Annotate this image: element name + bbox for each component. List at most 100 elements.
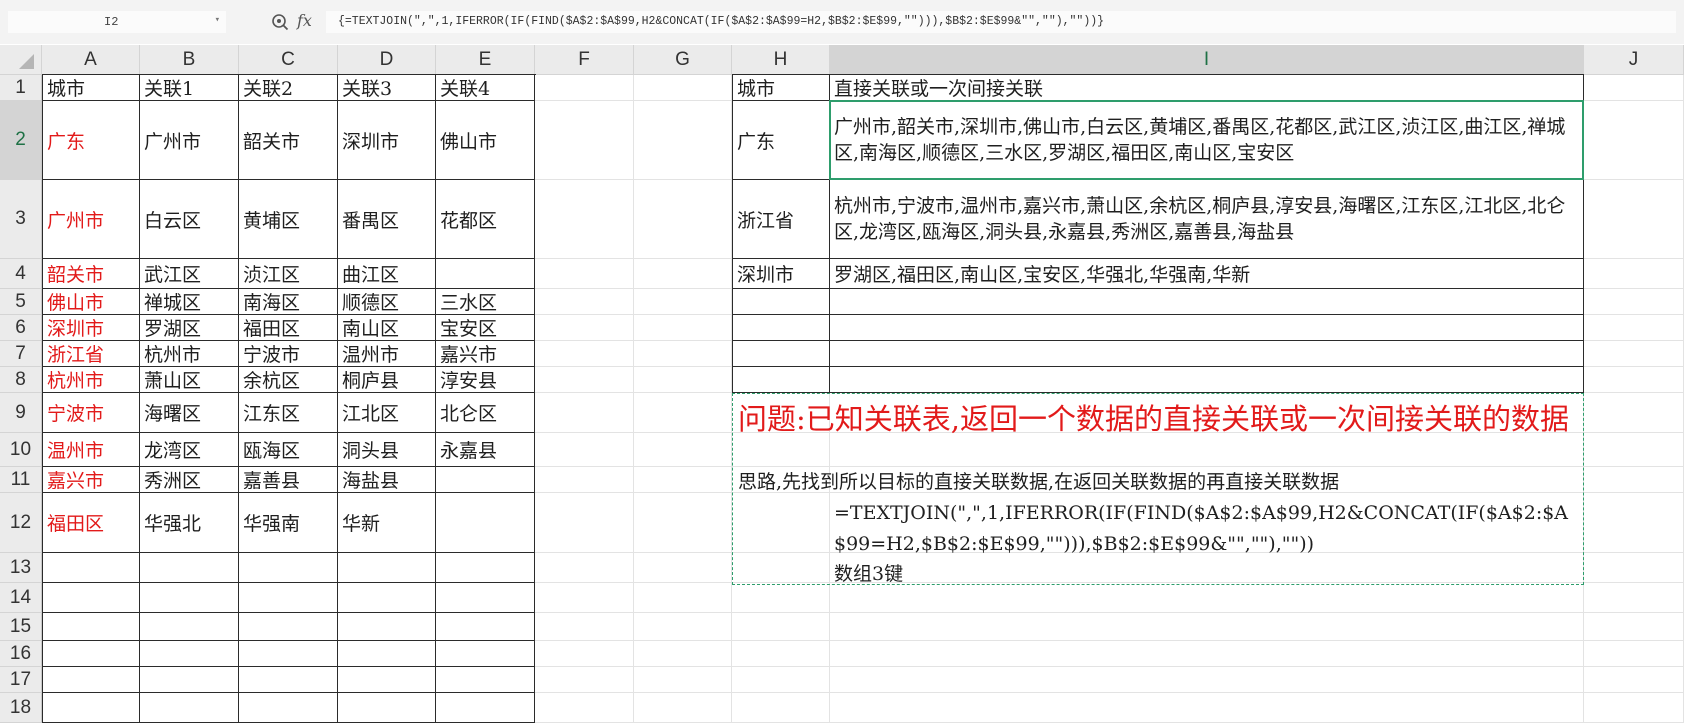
table-cell[interactable]: 龙湾区 [140,433,239,467]
table-cell[interactable] [239,641,338,667]
grid-cell[interactable] [535,493,634,553]
row-header-9[interactable]: 9 [0,393,42,433]
grid-cell[interactable] [732,583,830,613]
grid-cell[interactable] [1584,693,1684,723]
table-cell[interactable] [436,693,535,723]
grid-cell[interactable] [1584,641,1684,667]
result-cell[interactable] [830,341,1584,367]
column-header-e[interactable]: E [436,45,535,75]
table-cell[interactable]: 嘉兴市 [42,467,140,493]
row-header-6[interactable]: 6 [0,315,42,341]
table-cell[interactable]: 海盐县 [338,467,436,493]
grid-cell[interactable] [634,613,732,641]
grid-cell[interactable] [535,553,634,583]
table-cell[interactable]: 福田区 [239,315,338,341]
row-header-13[interactable]: 13 [0,553,42,583]
grid-cell[interactable] [535,341,634,367]
grid-cell[interactable] [732,641,830,667]
grid-cell[interactable] [830,667,1584,693]
table-cell[interactable]: 永嘉县 [436,433,535,467]
table-cell[interactable]: 顺德区 [338,289,436,315]
table-cell[interactable] [338,641,436,667]
table-cell[interactable]: 花都区 [436,180,535,259]
grid-cell[interactable] [732,667,830,693]
grid-cell[interactable] [634,493,732,553]
result-cell[interactable] [830,289,1584,315]
grid-cell[interactable] [535,693,634,723]
table-cell[interactable] [338,553,436,583]
table-cell[interactable] [436,259,535,289]
grid-cell[interactable] [634,467,732,493]
table-cell[interactable] [436,553,535,583]
column-header-c[interactable]: C [239,45,338,75]
result-cell[interactable] [830,315,1584,341]
select-all-corner[interactable] [0,45,42,75]
table-cell[interactable]: 江北区 [338,393,436,433]
result-cell[interactable] [830,367,1584,393]
table-cell[interactable] [338,613,436,641]
table-cell[interactable] [42,613,140,641]
table-cell[interactable]: 淳安县 [436,367,535,393]
result-cell[interactable] [732,289,830,315]
row-header-4[interactable]: 4 [0,259,42,289]
grid-cell[interactable] [634,433,732,467]
column-header-b[interactable]: B [140,45,239,75]
row-header-17[interactable]: 17 [0,667,42,693]
grid-cell[interactable] [634,553,732,583]
table-cell[interactable]: 海曙区 [140,393,239,433]
result-header-cell[interactable]: 直接关联或一次间接关联 [830,75,1584,101]
result-cell[interactable]: 浙江省 [732,180,830,259]
grid-cell[interactable] [1584,467,1684,493]
table-cell[interactable] [436,583,535,613]
grid-cell[interactable] [535,613,634,641]
table-cell[interactable]: 福田区 [42,493,140,553]
grid-cell[interactable] [1584,583,1684,613]
grid-cell[interactable] [634,367,732,393]
table-cell[interactable]: 余杭区 [239,367,338,393]
grid-cell[interactable] [1584,180,1684,259]
grid-cell[interactable] [535,367,634,393]
table-cell[interactable]: 桐庐县 [338,367,436,393]
column-header-j[interactable]: J [1584,45,1684,75]
table-cell[interactable] [239,553,338,583]
grid-cell[interactable] [535,467,634,493]
table-cell[interactable] [140,613,239,641]
grid-cell[interactable] [1584,101,1684,180]
table-header-cell[interactable]: 关联3 [338,75,436,101]
table-cell[interactable]: 韶关市 [239,101,338,180]
table-cell[interactable]: 曲江区 [338,259,436,289]
grid-cell[interactable] [535,583,634,613]
table-cell[interactable] [239,667,338,693]
table-cell[interactable]: 南山区 [338,315,436,341]
table-cell[interactable]: 北仑区 [436,393,535,433]
table-cell[interactable] [140,693,239,723]
table-cell[interactable] [42,641,140,667]
table-header-cell[interactable]: 关联1 [140,75,239,101]
grid-cell[interactable] [1584,315,1684,341]
grid-cell[interactable] [732,613,830,641]
table-header-cell[interactable]: 关联4 [436,75,535,101]
grid-cell[interactable] [1584,493,1684,553]
table-cell[interactable]: 嘉兴市 [436,341,535,367]
grid-cell[interactable] [1584,259,1684,289]
table-cell[interactable]: 萧山区 [140,367,239,393]
column-header-g[interactable]: G [634,45,732,75]
result-cell[interactable]: 罗湖区,福田区,南山区,宝安区,华强北,华强南,华新 [830,259,1584,289]
grid-cell[interactable] [535,259,634,289]
table-cell[interactable] [42,583,140,613]
row-header-16[interactable]: 16 [0,641,42,667]
table-cell[interactable]: 广州市 [42,180,140,259]
grid-cell[interactable] [1584,393,1684,433]
table-cell[interactable] [140,553,239,583]
grid-cell[interactable] [634,641,732,667]
row-header-18[interactable]: 18 [0,693,42,723]
result-cell[interactable]: 深圳市 [732,259,830,289]
table-cell[interactable]: 深圳市 [42,315,140,341]
table-cell[interactable]: 宁波市 [239,341,338,367]
table-cell[interactable]: 温州市 [338,341,436,367]
table-cell[interactable]: 白云区 [140,180,239,259]
row-header-7[interactable]: 7 [0,341,42,367]
row-header-15[interactable]: 15 [0,613,42,641]
grid-cell[interactable] [634,693,732,723]
table-cell[interactable] [436,641,535,667]
